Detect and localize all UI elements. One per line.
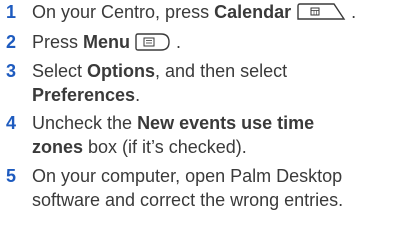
- step-number: 3: [6, 61, 17, 81]
- new-events-option-label: New events use time: [137, 113, 315, 133]
- step-text-part: Select: [32, 61, 88, 81]
- step-text-part: .: [346, 2, 357, 22]
- step-text-part: Press: [32, 32, 84, 52]
- instruction-steps: 1 On your Centro, press Calendar . 2 Pre…: [0, 0, 414, 240]
- step-text: Uncheck the New events use time zones bo…: [32, 111, 414, 159]
- step-number: 5: [6, 166, 17, 186]
- step-text-part: box (if it’s checked).: [83, 137, 247, 157]
- step-text: On your Centro, press Calendar .: [32, 0, 414, 24]
- zones-label: zones: [32, 137, 84, 157]
- step-text: On your computer, open Palm Desktop soft…: [32, 164, 414, 212]
- step-text: Press Menu .: [32, 30, 414, 54]
- step-text-part: .: [171, 32, 182, 52]
- step-text-part: Uncheck the: [32, 113, 138, 133]
- step-text-part: On your Centro, press: [32, 2, 215, 22]
- step-number: 1: [6, 2, 17, 22]
- step-text-part: .: [135, 85, 141, 105]
- calendar-key-icon: [297, 3, 346, 20]
- menu-key-icon: [135, 33, 170, 51]
- step-text-line: On your computer, open Palm Desktop: [32, 166, 343, 186]
- step-text-line: software and correct the wrong entries.: [32, 190, 344, 210]
- preferences-label: Preferences: [32, 85, 136, 105]
- step-text: Select Options, and then select Preferen…: [32, 59, 414, 107]
- options-label: Options: [87, 61, 156, 81]
- step-number: 4: [6, 113, 17, 133]
- step-text-part: , and then select: [155, 61, 288, 81]
- menu-label: Menu: [83, 32, 131, 52]
- step-number: 2: [6, 32, 17, 52]
- calendar-label: Calendar: [214, 2, 292, 22]
